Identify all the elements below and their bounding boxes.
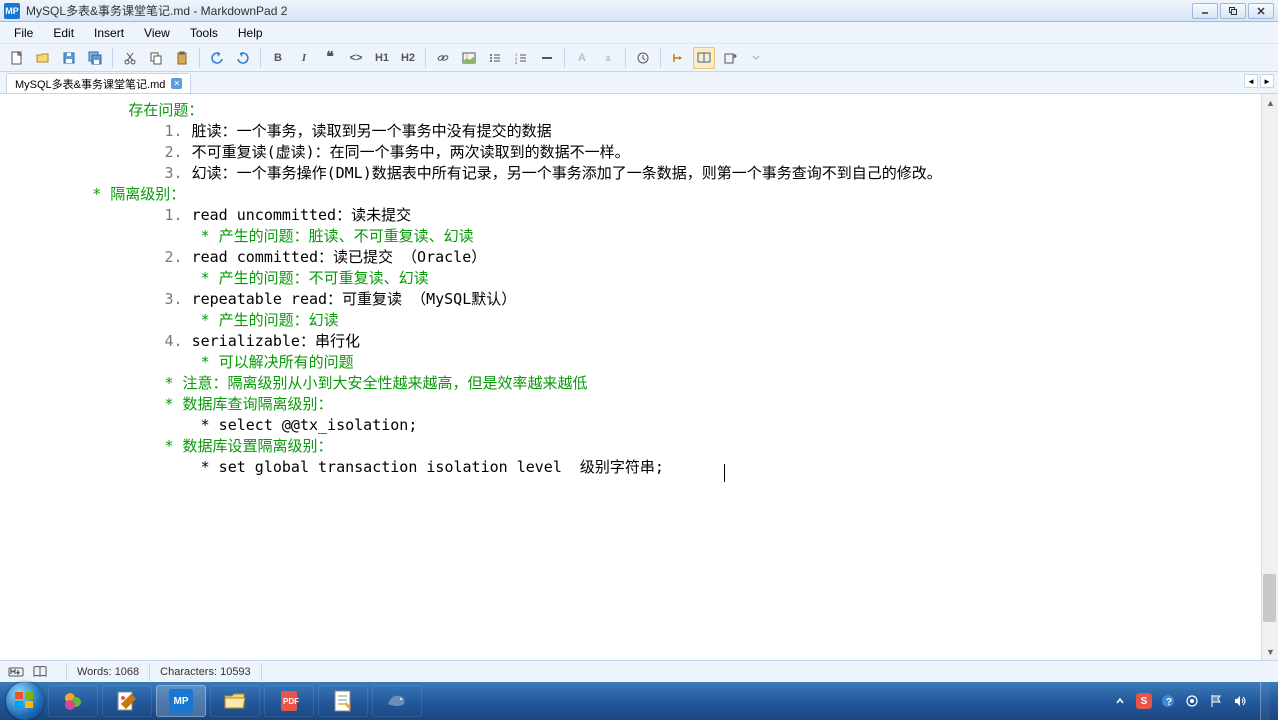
tray-lang-icon[interactable]: S — [1136, 693, 1152, 709]
open-file-button[interactable] — [32, 47, 54, 69]
tray-up-icon[interactable] — [1112, 693, 1128, 709]
cut-button[interactable] — [119, 47, 141, 69]
h1-button[interactable]: H1 — [371, 47, 393, 69]
redo-button[interactable] — [232, 47, 254, 69]
task-item-app1[interactable] — [48, 685, 98, 717]
task-item-pdf[interactable]: PDF — [264, 685, 314, 717]
h2-button[interactable]: H2 — [397, 47, 419, 69]
task-item-markdownpad[interactable]: MP — [156, 685, 206, 717]
menubar: File Edit Insert View Tools Help — [0, 22, 1278, 44]
unordered-list-button[interactable] — [484, 47, 506, 69]
svg-text:PDF: PDF — [283, 697, 299, 706]
editor-line[interactable]: 2. read committed：读已提交 （Oracle） — [20, 247, 1266, 268]
char-count: Characters: 10593 — [160, 666, 251, 678]
document-tab[interactable]: MySQL多表&事务课堂笔记.md ✕ — [6, 73, 191, 93]
scroll-thumb[interactable] — [1263, 574, 1276, 622]
paste-button[interactable] — [171, 47, 193, 69]
text-caret — [724, 464, 725, 482]
menu-help[interactable]: Help — [230, 24, 271, 42]
windows-taskbar: MP PDF S ? — [0, 682, 1278, 720]
statusbar: Words: 1068 Characters: 10593 — [0, 660, 1278, 682]
scroll-down-button[interactable]: ▼ — [1262, 643, 1278, 660]
font-color-button[interactable]: A — [571, 47, 593, 69]
editor-line[interactable]: 存在问题： — [20, 100, 1266, 121]
code-button[interactable]: <> — [345, 47, 367, 69]
quote-button[interactable]: ❝ — [319, 47, 341, 69]
editor-line[interactable]: * 注意：隔离级别从小到大安全性越来越高，但是效率越来越低 — [20, 373, 1266, 394]
editor-line[interactable]: * 数据库设置隔离级别： — [20, 436, 1266, 457]
hr-button[interactable] — [536, 47, 558, 69]
timestamp-button[interactable] — [632, 47, 654, 69]
task-item-dolphin[interactable] — [372, 685, 422, 717]
show-desktop-button[interactable] — [1260, 682, 1270, 720]
tray-help-icon[interactable]: ? — [1160, 693, 1176, 709]
markdown-mode-icon[interactable] — [8, 664, 24, 680]
tab-scroll-left[interactable]: ◄ — [1244, 74, 1258, 88]
scroll-up-button[interactable]: ▲ — [1262, 94, 1278, 111]
maximize-button[interactable] — [1220, 3, 1246, 19]
tray-settings-icon[interactable] — [1184, 693, 1200, 709]
editor-line[interactable]: * 隔离级别： — [20, 184, 1266, 205]
save-all-button[interactable] — [84, 47, 106, 69]
export-button[interactable] — [719, 47, 741, 69]
copy-button[interactable] — [145, 47, 167, 69]
tray-volume-icon[interactable] — [1232, 693, 1248, 709]
menu-file[interactable]: File — [6, 24, 41, 42]
task-item-paint[interactable] — [102, 685, 152, 717]
preview-toggle-button[interactable] — [667, 47, 689, 69]
editor-line[interactable]: * 产生的问题：幻读 — [20, 310, 1266, 331]
tabs-bar: MySQL多表&事务课堂笔记.md ✕ ◄ ► — [0, 72, 1278, 94]
task-item-notepad[interactable] — [318, 685, 368, 717]
close-button[interactable] — [1248, 3, 1274, 19]
editor-line[interactable]: 1. read uncommitted：读未提交 — [20, 205, 1266, 226]
editor-line[interactable]: * 产生的问题：不可重复读、幻读 — [20, 268, 1266, 289]
start-button[interactable] — [6, 682, 44, 720]
word-count: Words: 1068 — [77, 666, 139, 678]
window-title: MySQL多表&事务课堂笔记.md - MarkdownPad 2 — [26, 2, 1192, 19]
task-item-explorer[interactable] — [210, 685, 260, 717]
system-tray: S ? — [1104, 682, 1278, 720]
bold-button[interactable]: B — [267, 47, 289, 69]
editor-line[interactable]: 3. 幻读：一个事务操作(DML)数据表中所有记录，另一个事务添加了一条数据，则… — [20, 163, 1266, 184]
editor-line[interactable]: * 可以解决所有的问题 — [20, 352, 1266, 373]
editor-line[interactable]: * 产生的问题：脏读、不可重复读、幻读 — [20, 226, 1266, 247]
editor-line[interactable]: 4. serializable：串行化 — [20, 331, 1266, 352]
more-button[interactable] — [745, 47, 767, 69]
toolbar: B I ❝ <> H1 H2 123 A a — [0, 44, 1278, 72]
book-icon[interactable] — [32, 664, 48, 680]
editor-content[interactable]: 存在问题： 1. 脏读：一个事务，读取到另一个事务中没有提交的数据 2. 不可重… — [0, 94, 1278, 484]
editor-line[interactable]: * set global transaction isolation level… — [20, 457, 1266, 478]
editor-line[interactable]: * 数据库查询隔离级别： — [20, 394, 1266, 415]
tab-label: MySQL多表&事务课堂笔记.md — [15, 76, 165, 92]
font-size-button[interactable]: a — [597, 47, 619, 69]
menu-edit[interactable]: Edit — [45, 24, 82, 42]
menu-tools[interactable]: Tools — [182, 24, 226, 42]
save-button[interactable] — [58, 47, 80, 69]
editor-line[interactable]: * select @@tx_isolation; — [20, 415, 1266, 436]
editor-line[interactable]: 1. 脏读：一个事务，读取到另一个事务中没有提交的数据 — [20, 121, 1266, 142]
live-preview-button[interactable] — [693, 47, 715, 69]
tab-scroll-right[interactable]: ► — [1260, 74, 1274, 88]
tray-flag-icon[interactable] — [1208, 693, 1224, 709]
ordered-list-button[interactable]: 123 — [510, 47, 532, 69]
svg-text:?: ? — [1166, 697, 1172, 708]
image-button[interactable] — [458, 47, 480, 69]
editor-line[interactable]: 3. repeatable read：可重复读 （MySQL默认） — [20, 289, 1266, 310]
editor-pane[interactable]: 存在问题： 1. 脏读：一个事务，读取到另一个事务中没有提交的数据 2. 不可重… — [0, 94, 1278, 660]
menu-insert[interactable]: Insert — [86, 24, 132, 42]
windows-logo-icon — [15, 692, 35, 710]
undo-button[interactable] — [206, 47, 228, 69]
new-file-button[interactable] — [6, 47, 28, 69]
svg-text:3: 3 — [515, 60, 518, 65]
italic-button[interactable]: I — [293, 47, 315, 69]
menu-view[interactable]: View — [136, 24, 178, 42]
vertical-scrollbar[interactable]: ▲ ▼ — [1261, 94, 1278, 660]
tab-close-button[interactable]: ✕ — [171, 78, 182, 89]
app-icon: MP — [4, 3, 20, 19]
window-titlebar: MP MySQL多表&事务课堂笔记.md - MarkdownPad 2 — [0, 0, 1278, 22]
minimize-button[interactable] — [1192, 3, 1218, 19]
link-button[interactable] — [432, 47, 454, 69]
editor-line[interactable]: 2. 不可重复读(虚读)：在同一个事务中，两次读取到的数据不一样。 — [20, 142, 1266, 163]
